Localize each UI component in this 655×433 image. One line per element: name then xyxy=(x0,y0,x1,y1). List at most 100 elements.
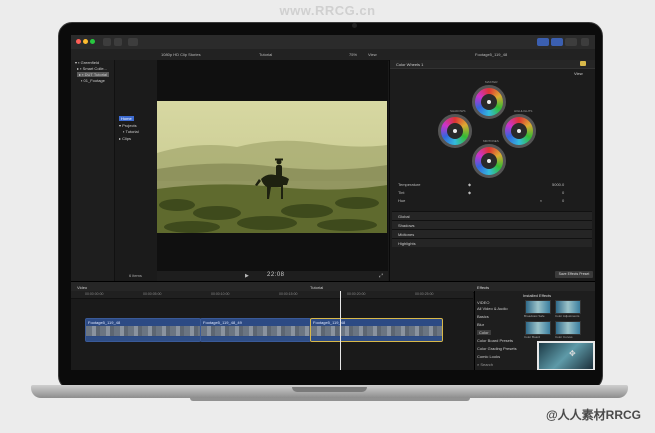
app-screen: 1080p HD Clip Stories Tutorial 75% View … xyxy=(71,35,595,370)
tint-slider-knob[interactable]: ◆ xyxy=(468,190,471,195)
fx-category-all[interactable]: All Video & Audio xyxy=(477,306,508,311)
timeline-ruler[interactable]: 00:00:00:00 00:00:05:00 00:00:10:00 00:0… xyxy=(71,291,473,299)
wheel-puck[interactable] xyxy=(487,100,491,104)
tint-label: Tint xyxy=(398,190,405,195)
fx-category-comic-looks[interactable]: Comic Looks xyxy=(477,354,500,359)
zoom-window-icon[interactable] xyxy=(90,39,95,44)
fx-category-color-grading-presets[interactable]: Color Grading Presets xyxy=(477,346,517,351)
sidebar-item-library[interactable]: ▾ ▪ Greenfield xyxy=(75,60,99,65)
effect-thumb[interactable] xyxy=(555,300,581,314)
search-placeholder: Search xyxy=(480,362,494,367)
effect-thumb-label: Color Curves xyxy=(555,335,573,339)
sidebar-item-label: Smart Colle... xyxy=(82,66,107,71)
section-global[interactable]: Global xyxy=(392,211,592,220)
effect-thumb[interactable] xyxy=(555,321,581,335)
close-window-icon[interactable] xyxy=(76,39,81,44)
timeline-clip[interactable]: Footage5_119_48 xyxy=(85,318,201,342)
camera-dot xyxy=(352,23,357,28)
fx-category-video[interactable]: VIDEO xyxy=(477,300,489,305)
watermark-top: www.RRCG.cn xyxy=(279,3,376,18)
watermark-bottom: @人人素材RRCG xyxy=(545,408,641,422)
sidebar-item-event-selected[interactable]: ▸ ▪ DUT Tutorial xyxy=(77,72,110,77)
inspector-header: Color Wheels 1 xyxy=(390,60,595,69)
browser-item-label: Clips xyxy=(122,136,132,141)
section-midtones[interactable]: Midtones xyxy=(392,229,592,238)
video-image xyxy=(157,101,387,233)
ruler-tick-label: 00:00:20:00 xyxy=(347,292,366,296)
effect-thumb-label: Color Adjustments xyxy=(555,314,580,318)
sidebar-item-event[interactable]: ▪ 01_Footage xyxy=(81,78,105,83)
view-menu[interactable]: View xyxy=(368,52,377,57)
inspector-view-menu[interactable]: View xyxy=(574,71,583,76)
sidebar-item-label: DUT Tutorial xyxy=(84,72,108,77)
hue-value[interactable]: 0 xyxy=(562,198,564,203)
fx-category-blur[interactable]: Blur xyxy=(477,322,484,327)
wheel-label-highlights: HIGHLIGHTS xyxy=(514,109,533,113)
temperature-slider-knob[interactable]: ◆ xyxy=(468,182,471,187)
toggle-browser-button[interactable] xyxy=(537,38,549,46)
effects-browser: Installed Effects VIDEO All Video & Audi… xyxy=(474,291,595,370)
midtones-wheel[interactable] xyxy=(472,144,506,178)
section-shadows[interactable]: Shadows xyxy=(392,220,592,229)
temperature-value[interactable]: 5000.0 xyxy=(552,182,564,187)
timeline-clip-selected[interactable]: Footage5_119_48 xyxy=(310,318,443,342)
effects-search-field[interactable]: ⌕ Search xyxy=(477,362,493,367)
viewer: ▶ 22:08 ⤢ xyxy=(157,60,388,281)
share-button[interactable] xyxy=(128,38,138,46)
toggle-inspector-button[interactable] xyxy=(565,38,577,46)
playhead[interactable] xyxy=(340,291,341,370)
color-wheels-dropdown[interactable]: Color Wheels 1 xyxy=(396,62,423,67)
effects-browser-title: Effects xyxy=(477,285,490,290)
browser-item-count: 6 items xyxy=(129,273,142,278)
timeline-index-label[interactable]: Video xyxy=(77,285,87,290)
tint-value[interactable]: 0 xyxy=(562,190,564,195)
section-highlights[interactable]: Highlights xyxy=(392,238,592,247)
save-effects-preset-button[interactable]: Save Effects Preset xyxy=(555,271,593,278)
section-label: Global xyxy=(398,214,410,219)
wheel-label-shadows: SHADOWS xyxy=(450,109,466,113)
clip-label: Footage5_119_48_49 xyxy=(203,320,242,325)
fullscreen-icon[interactable]: ⤢ xyxy=(379,273,383,279)
effect-thumb[interactable] xyxy=(525,321,551,335)
section-label: Midtones xyxy=(398,232,415,237)
temperature-row[interactable]: Temperature ◆ 5000.0 xyxy=(392,182,592,188)
app-toolbar xyxy=(71,35,595,50)
import-button[interactable] xyxy=(103,38,111,46)
wheel-puck[interactable] xyxy=(487,159,491,163)
minimize-window-icon[interactable] xyxy=(83,39,88,44)
timeline-clip[interactable]: Footage5_119_48_49 xyxy=(200,318,311,342)
section-label: Shadows xyxy=(398,223,415,228)
viewer-project-name: Tutorial xyxy=(259,52,273,57)
wheel-label-midtones: MIDTONES xyxy=(483,139,499,143)
export-button[interactable] xyxy=(581,38,589,46)
fx-category-color[interactable]: Color xyxy=(477,330,491,335)
toggle-timeline-button[interactable] xyxy=(551,38,563,46)
browser-item-clips[interactable]: ▸ Clips xyxy=(119,136,131,141)
wheel-label-master: MASTER xyxy=(485,80,498,84)
master-wheel[interactable] xyxy=(472,85,506,119)
sidebar-item-label: Greenfield xyxy=(80,60,100,65)
keyword-button[interactable] xyxy=(114,38,122,46)
effect-thumb[interactable] xyxy=(525,300,551,314)
browser-item-label: Projects xyxy=(122,123,137,128)
highlights-wheel[interactable] xyxy=(502,114,536,148)
wheel-puck[interactable] xyxy=(517,129,521,133)
hue-dial-icon[interactable]: ◐ xyxy=(540,198,542,203)
browser-item-home[interactable]: Home xyxy=(119,116,134,121)
wheel-puck[interactable] xyxy=(453,129,457,133)
fx-category-color-board-presets[interactable]: Color Board Presets xyxy=(477,338,513,343)
zoom-level[interactable]: 75% xyxy=(349,52,357,57)
installed-effects-label: Installed Effects xyxy=(523,293,552,298)
tint-row[interactable]: Tint ◆ 0 xyxy=(392,190,592,196)
video-frame[interactable] xyxy=(157,101,387,233)
play-icon[interactable]: ▶ xyxy=(245,273,249,279)
clip-thumbnails xyxy=(86,326,200,336)
hue-row[interactable]: Hue ◐ 0 xyxy=(392,198,592,204)
browser-item-tutorial[interactable]: ▪ Tutorial xyxy=(123,129,139,134)
shadows-wheel[interactable] xyxy=(438,114,472,148)
sidebar-item-smart-collections[interactable]: ▸ ▪ Smart Colle... xyxy=(77,66,107,71)
inspector-clip-name: Footage5_119_48 xyxy=(475,52,508,57)
browser-item-projects[interactable]: ▾ Projects xyxy=(119,123,137,128)
effect-toggle-icon[interactable] xyxy=(580,61,586,66)
fx-category-basics[interactable]: Basics xyxy=(477,314,489,319)
